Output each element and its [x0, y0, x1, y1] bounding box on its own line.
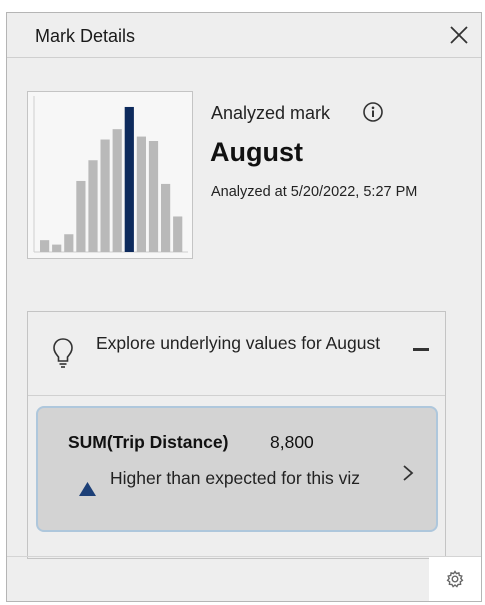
mark-details-panel: Mark Details Analyzed mark August Analyz…: [6, 12, 482, 602]
close-icon: [450, 26, 468, 44]
thumbnail-bar: [52, 244, 62, 252]
thumbnail-bar: [100, 139, 110, 252]
thumbnail-bar: [148, 141, 159, 252]
thumbnail-bar: [173, 216, 183, 252]
thumbnail-bar: [112, 129, 122, 252]
panel-title: Mark Details: [35, 26, 136, 46]
chevron-right-icon: [403, 465, 414, 481]
panel-footer: [7, 556, 481, 601]
analyzed-mark-name: August: [210, 137, 303, 167]
thumbnail-chart-svg: [33, 96, 188, 253]
thumbnail-bar-highlighted: [124, 106, 134, 253]
close-button[interactable]: [443, 19, 475, 51]
analyzed-timestamp: Analyzed at 5/20/2022, 5:27 PM: [211, 184, 418, 200]
lightbulb-icon: [53, 338, 73, 368]
thumbnail-bar: [88, 160, 98, 252]
settings-button[interactable]: [429, 557, 481, 601]
thumbnail-bar: [40, 240, 50, 252]
thumbnail-bar: [64, 234, 74, 252]
thumbnail-bar: [136, 136, 146, 252]
analyzed-mark-label: Analyzed mark: [211, 103, 331, 123]
explore-text: Explore underlying values for August: [96, 333, 381, 353]
thumbnail-bar: [161, 183, 171, 252]
metric-card[interactable]: SUM(Trip Distance) 8,800 Higher than exp…: [36, 406, 438, 532]
mark-thumbnail-chart: [27, 91, 193, 259]
metric-description: Higher than expected for this viz: [110, 468, 360, 488]
panel-header: Mark Details: [7, 13, 481, 58]
thumbnail-bar: [76, 180, 86, 252]
info-button[interactable]: [362, 101, 384, 123]
explore-section: Explore underlying values for August SUM…: [27, 311, 446, 559]
minus-icon[interactable]: [413, 348, 429, 351]
triangle-up-icon: [79, 482, 96, 496]
explore-toggle[interactable]: Explore underlying values for August: [28, 312, 445, 396]
metric-name: SUM(Trip Distance): [68, 432, 229, 452]
metric-value: 8,800: [270, 432, 314, 452]
info-icon: [363, 102, 383, 122]
gear-icon: [446, 570, 464, 588]
